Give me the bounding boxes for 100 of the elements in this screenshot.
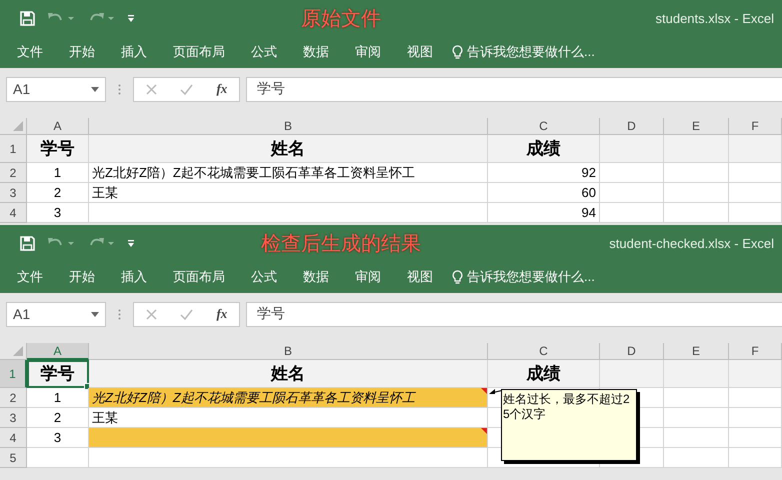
select-all-icon[interactable] bbox=[13, 121, 23, 131]
table-cell[interactable] bbox=[729, 163, 782, 183]
formula-field[interactable]: 学号 bbox=[246, 76, 782, 102]
table-cell[interactable]: 3 bbox=[27, 203, 89, 223]
table-cell[interactable]: 光Z北好Z陪）Z起不花城需要工陨石革革各工资料呈怀工 bbox=[89, 163, 488, 183]
row-header[interactable]: 3 bbox=[0, 408, 27, 428]
ribbon-tab[interactable]: 审阅 bbox=[342, 264, 394, 290]
table-cell[interactable] bbox=[664, 360, 729, 388]
column-header[interactable]: D bbox=[600, 118, 664, 135]
table-cell[interactable] bbox=[664, 388, 729, 408]
dropdown-caret-icon[interactable] bbox=[91, 86, 99, 92]
ribbon-tab[interactable]: 视图 bbox=[394, 39, 446, 65]
column-header[interactable]: C bbox=[488, 118, 600, 135]
column-header[interactable]: F bbox=[729, 343, 782, 360]
column-header[interactable]: D bbox=[600, 343, 664, 360]
table-cell[interactable] bbox=[600, 163, 664, 183]
table-cell[interactable] bbox=[89, 428, 488, 448]
table-cell[interactable]: 60 bbox=[488, 183, 600, 203]
save-icon[interactable] bbox=[20, 10, 35, 26]
row-header[interactable]: 2 bbox=[0, 163, 27, 183]
cancel-icon[interactable] bbox=[146, 84, 157, 94]
table-cell[interactable]: 姓名 bbox=[89, 135, 488, 163]
table-cell[interactable] bbox=[664, 428, 729, 448]
table-cell[interactable]: 王某 bbox=[89, 183, 488, 203]
ribbon-tab[interactable]: 文件 bbox=[4, 39, 56, 65]
customize-caret-icon[interactable] bbox=[127, 238, 135, 248]
drag-handle-icon[interactable] bbox=[118, 84, 121, 94]
ribbon-tab[interactable]: 审阅 bbox=[342, 39, 394, 65]
name-box[interactable]: A1 bbox=[6, 76, 106, 102]
ribbon-tab[interactable]: 插入 bbox=[108, 264, 160, 290]
table-cell[interactable] bbox=[664, 135, 729, 163]
select-all-icon[interactable] bbox=[13, 346, 23, 356]
table-cell[interactable] bbox=[27, 448, 89, 468]
table-cell[interactable]: 94 bbox=[488, 203, 600, 223]
ribbon-tab[interactable]: 开始 bbox=[56, 264, 108, 290]
row-header[interactable]: 4 bbox=[0, 203, 27, 223]
table-cell[interactable] bbox=[89, 203, 488, 223]
table-cell[interactable]: 1 bbox=[27, 163, 89, 183]
table-cell[interactable] bbox=[729, 408, 782, 428]
column-header[interactable]: A bbox=[27, 118, 89, 135]
table-cell[interactable] bbox=[664, 448, 729, 468]
ribbon-tab[interactable]: 文件 bbox=[4, 264, 56, 290]
table-cell[interactable] bbox=[729, 428, 782, 448]
row-header[interactable]: 3 bbox=[0, 183, 27, 203]
column-header[interactable]: F bbox=[729, 118, 782, 135]
column-header[interactable]: E bbox=[664, 118, 729, 135]
column-header[interactable]: E bbox=[664, 343, 729, 360]
customize-caret-icon[interactable] bbox=[127, 14, 135, 22]
column-header[interactable]: B bbox=[89, 118, 488, 135]
insert-function-button[interactable]: fx bbox=[216, 306, 228, 322]
row-header[interactable]: 5 bbox=[0, 448, 27, 468]
column-header[interactable]: B bbox=[89, 343, 488, 360]
table-cell[interactable] bbox=[664, 408, 729, 428]
ribbon-tab[interactable]: 公式 bbox=[238, 39, 290, 65]
table-cell[interactable] bbox=[729, 183, 782, 203]
table-cell[interactable]: 姓名 bbox=[89, 360, 488, 388]
ribbon-tab[interactable]: 数据 bbox=[290, 264, 342, 290]
ribbon-tab[interactable]: 视图 bbox=[394, 264, 446, 290]
row-header[interactable]: 1 bbox=[0, 360, 27, 388]
save-icon[interactable] bbox=[20, 236, 35, 250]
table-cell[interactable] bbox=[664, 203, 729, 223]
cancel-icon[interactable] bbox=[146, 308, 157, 320]
table-cell[interactable] bbox=[729, 388, 782, 408]
table-cell[interactable] bbox=[729, 448, 782, 468]
table-cell[interactable]: 成绩 bbox=[488, 360, 600, 388]
drag-handle-icon[interactable] bbox=[118, 308, 121, 320]
table-cell[interactable]: 学号 bbox=[27, 135, 89, 163]
table-cell[interactable]: 成绩 bbox=[488, 135, 600, 163]
ribbon-tab[interactable]: 插入 bbox=[108, 39, 160, 65]
tell-me-search[interactable]: 告诉我您想要做什么... bbox=[467, 268, 595, 286]
column-header[interactable]: C bbox=[488, 343, 600, 360]
table-cell[interactable] bbox=[600, 360, 664, 388]
tell-me-search[interactable]: 告诉我您想要做什么... bbox=[467, 43, 595, 61]
ribbon-tab[interactable]: 公式 bbox=[238, 264, 290, 290]
ribbon-tab[interactable]: 开始 bbox=[56, 39, 108, 65]
table-cell[interactable] bbox=[600, 135, 664, 163]
table-cell[interactable] bbox=[664, 183, 729, 203]
table-cell[interactable]: 92 bbox=[488, 163, 600, 183]
row-header[interactable]: 1 bbox=[0, 135, 27, 163]
ribbon-tab[interactable]: 数据 bbox=[290, 39, 342, 65]
table-cell[interactable] bbox=[729, 203, 782, 223]
table-cell[interactable]: 2 bbox=[27, 183, 89, 203]
insert-function-button[interactable]: fx bbox=[216, 81, 228, 97]
table-cell[interactable] bbox=[600, 203, 664, 223]
table-cell[interactable] bbox=[89, 448, 488, 468]
check-icon[interactable] bbox=[180, 308, 194, 320]
column-header[interactable]: A bbox=[27, 343, 89, 360]
row-header[interactable]: 4 bbox=[0, 428, 27, 448]
ribbon-tab[interactable]: 页面布局 bbox=[160, 264, 238, 290]
dropdown-caret-icon[interactable] bbox=[91, 312, 99, 316]
row-header[interactable]: 2 bbox=[0, 388, 27, 408]
table-cell[interactable] bbox=[664, 163, 729, 183]
table-cell[interactable]: 2 bbox=[27, 408, 89, 428]
table-cell[interactable] bbox=[600, 183, 664, 203]
table-cell[interactable] bbox=[729, 360, 782, 388]
table-cell[interactable]: 学号 bbox=[27, 360, 89, 388]
name-box[interactable]: A1 bbox=[6, 302, 106, 326]
ribbon-tab[interactable]: 页面布局 bbox=[160, 39, 238, 65]
check-icon[interactable] bbox=[180, 84, 194, 94]
table-cell[interactable]: 光Z北好Z陪）Z起不花城需要工陨石革革各工资料呈怀工 bbox=[89, 388, 488, 408]
